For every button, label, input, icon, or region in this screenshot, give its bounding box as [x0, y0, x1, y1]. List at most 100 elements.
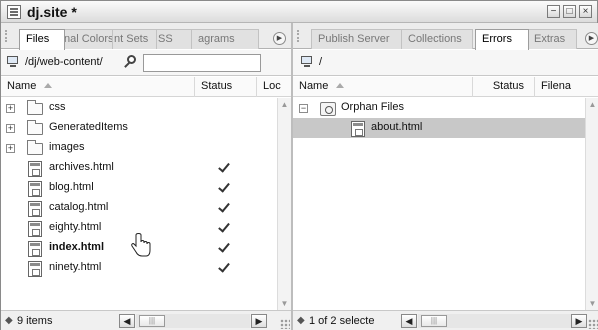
- errors-column-header: Name Status Filena: [293, 77, 598, 97]
- checkmark-icon: [220, 262, 230, 272]
- folder-icon: [27, 120, 43, 135]
- list-item[interactable]: catalog.html: [1, 198, 277, 218]
- scroll-up-icon[interactable]: ▲: [586, 98, 598, 111]
- item-label: eighty.html: [49, 221, 102, 233]
- files-path: /dj/web-content/: [25, 56, 103, 68]
- column-status[interactable]: Status: [473, 77, 535, 97]
- site-root-icon[interactable]: [301, 56, 317, 68]
- list-item[interactable]: about.html: [293, 118, 585, 138]
- minimize-button[interactable]: −: [547, 5, 560, 18]
- sort-ascending-icon: [44, 83, 53, 88]
- files-item-count: 9 items: [17, 315, 53, 327]
- search-input[interactable]: [143, 54, 261, 72]
- status-diamond-icon: ◆: [5, 315, 13, 326]
- checkmark-icon: [220, 242, 230, 252]
- files-vertical-scrollbar[interactable]: ▲ ▼: [277, 98, 291, 310]
- column-location[interactable]: Loc: [257, 77, 291, 97]
- list-item[interactable]: − Orphan Files: [293, 98, 585, 118]
- tab-menu-icon[interactable]: ▶: [273, 32, 286, 45]
- resize-grip-icon[interactable]: [280, 319, 290, 329]
- html-file-icon: [28, 221, 42, 237]
- tab-menu-icon[interactable]: ▶: [585, 32, 598, 45]
- tab-errors[interactable]: Errors: [475, 29, 529, 50]
- html-file-icon: [28, 161, 42, 177]
- html-file-icon: [28, 241, 42, 257]
- panel-grip-icon[interactable]: [297, 30, 303, 42]
- item-label: about.html: [371, 121, 423, 133]
- errors-tab-bar: Extras Publish Server Collections Errors…: [293, 23, 598, 50]
- column-name[interactable]: Name: [1, 77, 195, 97]
- item-label: catalog.html: [49, 201, 109, 213]
- checkmark-icon: [220, 182, 230, 192]
- orphan-folder-icon: [320, 102, 336, 116]
- close-button[interactable]: ×: [579, 5, 592, 18]
- window-title: dj.site *: [27, 4, 77, 20]
- horizontal-scroll-thumb[interactable]: |||: [421, 315, 447, 327]
- panel-grip-icon[interactable]: [5, 30, 11, 42]
- folder-icon: [27, 100, 43, 115]
- resize-grip-icon[interactable]: [588, 319, 598, 329]
- files-column-header: Name Status Loc: [1, 77, 291, 97]
- site-window: dj.site * − □ × SS agrams nt Sets nal Co…: [0, 0, 598, 330]
- tab-publish-server[interactable]: Publish Server: [311, 29, 403, 49]
- group-label: Orphan Files: [341, 101, 404, 113]
- item-label: ninety.html: [49, 261, 102, 273]
- scroll-right-button[interactable]: ▶: [571, 314, 587, 328]
- tab-files[interactable]: Files: [19, 29, 65, 50]
- list-item[interactable]: + images: [1, 138, 277, 158]
- list-item[interactable]: blog.html: [1, 178, 277, 198]
- folder-icon: [27, 140, 43, 155]
- tab-font-sets[interactable]: nt Sets: [107, 29, 157, 49]
- files-status-bar: ◆ 9 items ◀ ||| ▶: [1, 310, 291, 330]
- errors-vertical-scrollbar[interactable]: ▲ ▼: [585, 98, 598, 310]
- column-status[interactable]: Status: [195, 77, 257, 97]
- html-file-icon: [351, 121, 365, 137]
- column-name[interactable]: Name: [293, 77, 473, 97]
- html-file-icon: [28, 181, 42, 197]
- hand-cursor-icon: [131, 233, 151, 257]
- list-item[interactable]: ninety.html: [1, 258, 277, 278]
- item-label: GeneratedItems: [49, 121, 128, 133]
- errors-panel: Extras Publish Server Collections Errors…: [291, 23, 598, 330]
- scroll-left-button[interactable]: ◀: [119, 314, 135, 328]
- errors-selection-count: 1 of 2 selecte: [309, 315, 375, 327]
- html-file-icon: [28, 261, 42, 277]
- search-icon[interactable]: [123, 54, 141, 70]
- maximize-button[interactable]: □: [563, 5, 576, 18]
- errors-toolbar: /: [293, 50, 598, 76]
- scroll-left-button[interactable]: ◀: [401, 314, 417, 328]
- collapse-icon[interactable]: −: [299, 104, 308, 113]
- checkmark-icon: [220, 202, 230, 212]
- expand-icon[interactable]: +: [6, 144, 15, 153]
- errors-status-bar: ◆ 1 of 2 selecte ◀ ||| ▶: [293, 310, 598, 330]
- scroll-right-button[interactable]: ▶: [251, 314, 267, 328]
- list-item[interactable]: + GeneratedItems: [1, 118, 277, 138]
- horizontal-scroll-thumb[interactable]: |||: [139, 315, 165, 327]
- errors-path: /: [319, 56, 323, 68]
- list-item[interactable]: archives.html: [1, 158, 277, 178]
- list-item[interactable]: + css: [1, 98, 277, 118]
- scroll-up-icon[interactable]: ▲: [278, 98, 291, 111]
- item-label: images: [49, 141, 85, 153]
- item-label: archives.html: [49, 161, 114, 173]
- files-toolbar: /dj/web-content/: [1, 50, 291, 76]
- tab-diagrams[interactable]: agrams: [191, 29, 259, 49]
- scroll-down-icon[interactable]: ▼: [586, 297, 598, 310]
- expand-icon[interactable]: +: [6, 124, 15, 133]
- item-label: blog.html: [49, 181, 94, 193]
- item-label: index.html: [49, 241, 105, 253]
- scroll-down-icon[interactable]: ▼: [278, 297, 291, 310]
- title-bar[interactable]: dj.site * − □ ×: [1, 1, 597, 23]
- site-root-icon[interactable]: [7, 56, 23, 68]
- checkmark-icon: [220, 162, 230, 172]
- column-filename[interactable]: Filena: [535, 77, 598, 97]
- files-tab-bar: SS agrams nt Sets nal Colors Files ▶: [1, 23, 291, 50]
- tab-collections[interactable]: Collections: [401, 29, 473, 49]
- status-diamond-icon: ◆: [297, 315, 305, 326]
- expand-icon[interactable]: +: [6, 104, 15, 113]
- sort-ascending-icon: [336, 83, 345, 88]
- html-file-icon: [28, 201, 42, 217]
- site-window-icon: [7, 5, 21, 19]
- tab-extras[interactable]: Extras: [527, 29, 577, 49]
- tab-colors[interactable]: nal Colors: [57, 29, 113, 49]
